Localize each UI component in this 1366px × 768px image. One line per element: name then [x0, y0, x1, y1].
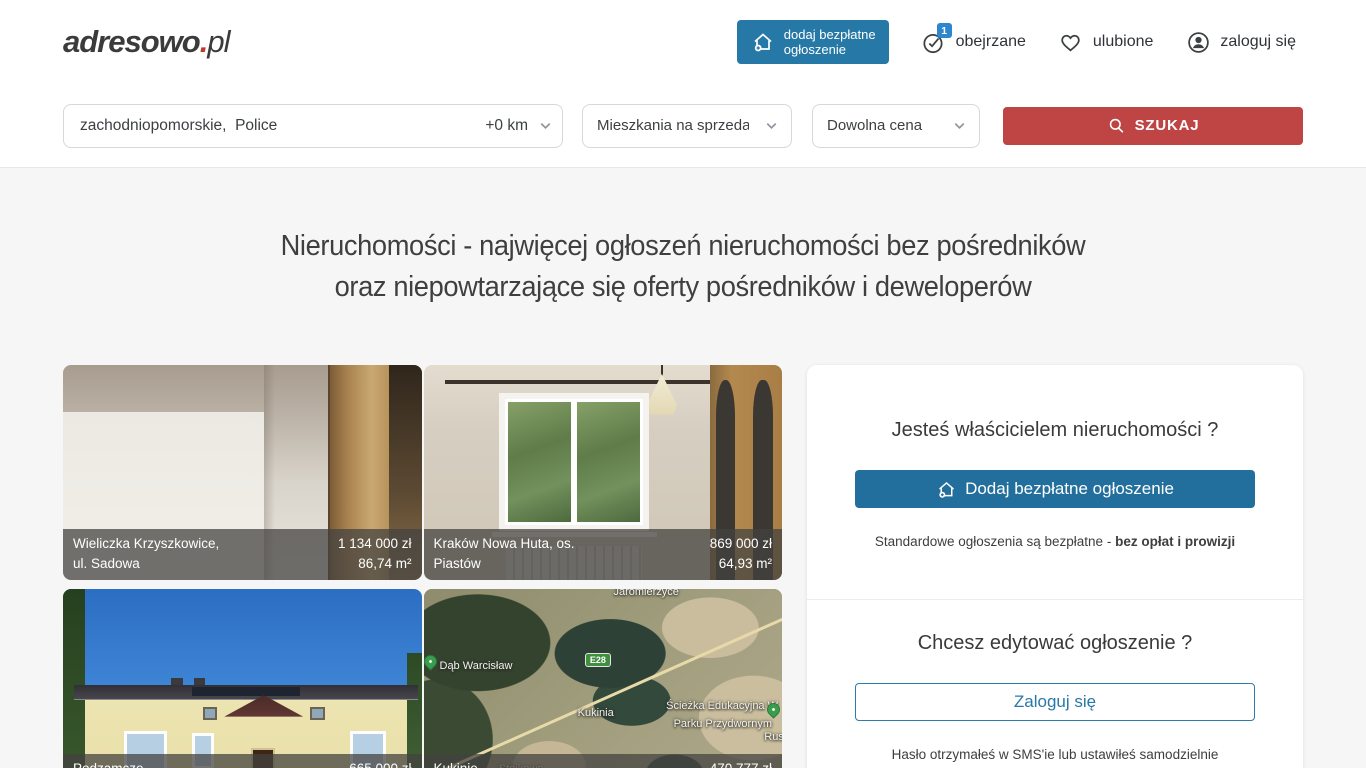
panel-login-button[interactable]: Zaloguj się [855, 683, 1255, 721]
listing-location: Kukinie [434, 761, 478, 768]
free-listing-note: Standardowe ogłoszenia są bezpłatne - be… [807, 534, 1303, 549]
add-listing-button[interactable]: dodaj bezpłatne ogłoszenie [737, 20, 889, 65]
search-bar: +0 km Mieszkania na sprzedaż Dowolna cen… [0, 84, 1366, 168]
favorites-link[interactable]: ulubione [1058, 29, 1154, 55]
panel-add-listing-button[interactable]: Dodaj bezpłatne ogłoszenie [855, 470, 1255, 508]
search-button-label: SZUKAJ [1135, 117, 1200, 134]
listing-photo-house [63, 589, 422, 768]
heart-icon [1058, 29, 1084, 55]
house-plus-icon [750, 29, 776, 55]
listing-location: Wieliczka Krzyszkowice, [73, 536, 219, 551]
panel-divider [807, 599, 1303, 600]
topbar: adresowo.pl dodaj bezpłatne ogłoszenie 1 [0, 0, 1366, 84]
radius-value: +0 km [485, 117, 528, 135]
listing-price: 665 000 zł [349, 761, 411, 768]
map-pin-icon [424, 653, 440, 671]
map-label-jaromierzyce: Jaromierzyce [614, 589, 679, 598]
logo-name: adresowo [63, 24, 200, 59]
listing-photo-satellite-map: Jaromierzyce Dąb Warcisław Kukinia Stojk… [424, 589, 783, 768]
listing-price: 1 134 000 zł [338, 536, 412, 551]
listing-card-2[interactable]: Kraków Nowa Huta, os. Piastów 869 000 zł… [424, 365, 783, 580]
panel-login-label: Zaloguj się [1014, 692, 1096, 712]
add-listing-label-line2: ogłoszenie [784, 42, 846, 57]
favorites-label: ulubione [1093, 33, 1154, 51]
listing-overlay: Kukinie 470 777 zł [424, 754, 783, 768]
map-label-dab-warcislaw: Dąb Warcisław [440, 660, 513, 672]
logo[interactable]: adresowo.pl [63, 24, 229, 60]
listing-location: Kraków Nowa Huta, os. [434, 536, 575, 551]
panel-add-listing-label: Dodaj bezpłatne ogłoszenie [965, 479, 1174, 499]
map-label-sciezka-line2: Parku Przydwornym [674, 718, 772, 730]
map-label-sciezka-line1: Ścieżka Edukacyjna W [666, 700, 778, 712]
topbar-actions: dodaj bezpłatne ogłoszenie 1 obejrzane u… [737, 20, 1296, 65]
price-select[interactable]: Dowolna cena [812, 104, 980, 148]
login-link[interactable]: zaloguj się [1185, 29, 1296, 55]
chevron-down-icon [764, 118, 779, 133]
route-badge: E28 [585, 653, 611, 667]
listing-overlay: Podzamcze 665 000 zł [63, 754, 422, 768]
viewed-link[interactable]: 1 obejrzane [921, 29, 1026, 55]
category-select[interactable]: Mieszkania na sprzedaż [582, 104, 792, 148]
listing-area: 86,74 m² [358, 556, 411, 571]
listing-overlay: Wieliczka Krzyszkowice, ul. Sadowa 1 134… [63, 529, 422, 581]
listing-grid: Wieliczka Krzyszkowice, ul. Sadowa 1 134… [63, 365, 782, 768]
listing-card-1[interactable]: Wieliczka Krzyszkowice, ul. Sadowa 1 134… [63, 365, 422, 580]
viewed-label: obejrzane [956, 33, 1026, 51]
category-value: Mieszkania na sprzedaż [597, 117, 749, 134]
radius-dropdown[interactable]: +0 km [485, 104, 553, 148]
listing-card-3[interactable]: Podzamcze 665 000 zł [63, 589, 422, 768]
user-icon [1185, 29, 1211, 55]
map-label-rusowo: Rusowo [764, 731, 782, 743]
price-value: Dowolna cena [827, 117, 922, 134]
listing-card-4[interactable]: Jaromierzyce Dąb Warcisław Kukinia Stojk… [424, 589, 783, 768]
search-button[interactable]: SZUKAJ [1003, 107, 1303, 145]
listing-price: 470 777 zł [710, 761, 772, 768]
login-label: zaloguj się [1220, 33, 1296, 51]
listing-location: Podzamcze [73, 761, 144, 768]
edit-heading: Chcesz edytować ogłoszenie ? [807, 632, 1303, 655]
search-icon [1107, 116, 1126, 135]
check-circle-icon: 1 [921, 29, 947, 55]
owner-heading: Jesteś właścicielem nieruchomości ? [807, 419, 1303, 442]
listing-area: 64,93 m² [719, 556, 772, 571]
location-field-wrap: +0 km [63, 104, 563, 148]
main-content: Nieruchomości - najwięcej ogłoszeń nieru… [0, 168, 1366, 768]
viewed-count-badge: 1 [937, 23, 952, 38]
chevron-down-icon [538, 118, 553, 133]
owner-panel: Jesteś właścicielem nieruchomości ? Doda… [807, 365, 1303, 768]
chevron-down-icon [952, 118, 967, 133]
add-listing-label-line1: dodaj bezpłatne [784, 27, 876, 42]
page-title: Nieruchomości - najwięcej ogłoszeń nieru… [41, 226, 1325, 307]
house-plus-icon [936, 479, 957, 500]
listing-price: 869 000 zł [710, 536, 772, 551]
map-label-kukinia: Kukinia [578, 707, 614, 719]
listing-overlay: Kraków Nowa Huta, os. Piastów 869 000 zł… [424, 529, 783, 581]
map-road [424, 615, 783, 768]
logo-tld: pl [207, 24, 229, 59]
password-note: Hasło otrzymałeś w SMS'ie lub ustawiłeś … [807, 747, 1303, 762]
